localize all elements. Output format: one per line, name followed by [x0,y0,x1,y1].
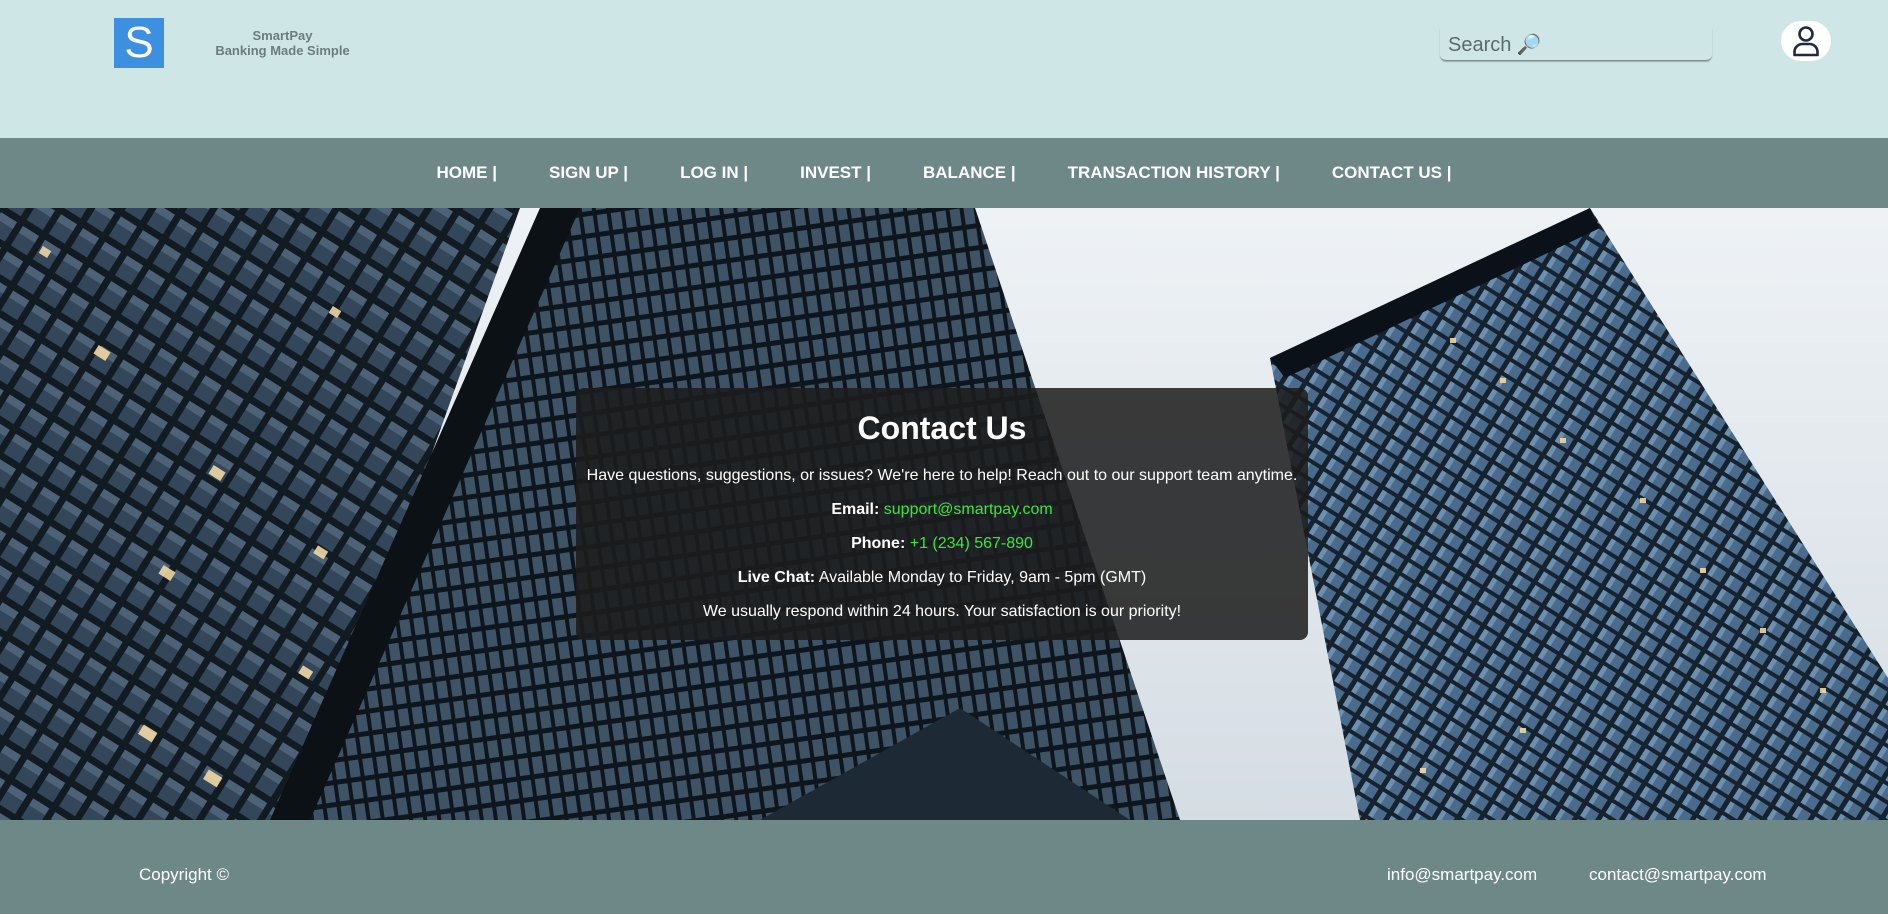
contact-note: We usually respond within 24 hours. Your… [702,603,1182,620]
search-input[interactable] [1446,30,1710,60]
support-email-link[interactable]: support@smartpay.com [884,501,1053,518]
brand-name: SmartPay [252,28,313,43]
nav-transaction-history[interactable]: TRANSACTION HISTORY | [1068,163,1280,183]
live-chat-hours: Available Monday to Friday, 9am - 5pm (G… [818,569,1147,586]
brand-text: SmartPay Banking Made Simple [205,28,360,58]
live-chat-label: Live Chat: [737,569,816,586]
nav-sign-up[interactable]: SIGN UP | [549,163,628,183]
contact-email-line: Email: support@smartpay.com [576,499,1308,521]
footer-contact-email[interactable]: contact@smartpay.com [1589,865,1767,885]
phone-label: Phone: [851,535,906,552]
contact-chat-line: Live Chat: Available Monday to Friday, 9… [576,567,1308,589]
header: S SmartPay Banking Made Simple [0,0,1888,138]
contact-intro: Have questions, suggestions, or issues? … [586,467,1298,484]
nav-log-in[interactable]: LOG IN | [680,163,748,183]
nav-contact-us[interactable]: CONTACT US | [1332,163,1452,183]
search-box[interactable] [1440,28,1712,61]
brand-tagline: Banking Made Simple [215,43,350,58]
nav-invest[interactable]: INVEST | [800,163,871,183]
nav-home[interactable]: HOME | [437,163,497,183]
contact-card: Contact Us Have questions, suggestions, … [576,388,1308,640]
main-nav: HOME | SIGN UP | LOG IN | INVEST | BALAN… [0,138,1888,208]
copyright-text: Copyright © [139,865,230,884]
logo[interactable]: S [114,18,164,68]
contact-title: Contact Us [857,410,1027,446]
nav-balance[interactable]: BALANCE | [923,163,1016,183]
footer-info-email[interactable]: info@smartpay.com [1387,865,1537,885]
user-account-button[interactable] [1781,21,1831,61]
contact-phone-line: Phone: +1 (234) 567-890 [576,533,1308,555]
email-label: Email: [831,501,880,518]
footer: Copyright © info@smartpay.com contact@sm… [0,820,1888,914]
user-icon [1793,26,1819,57]
hero-section: Contact Us Have questions, suggestions, … [0,208,1888,820]
support-phone-link[interactable]: +1 (234) 567-890 [910,535,1033,552]
